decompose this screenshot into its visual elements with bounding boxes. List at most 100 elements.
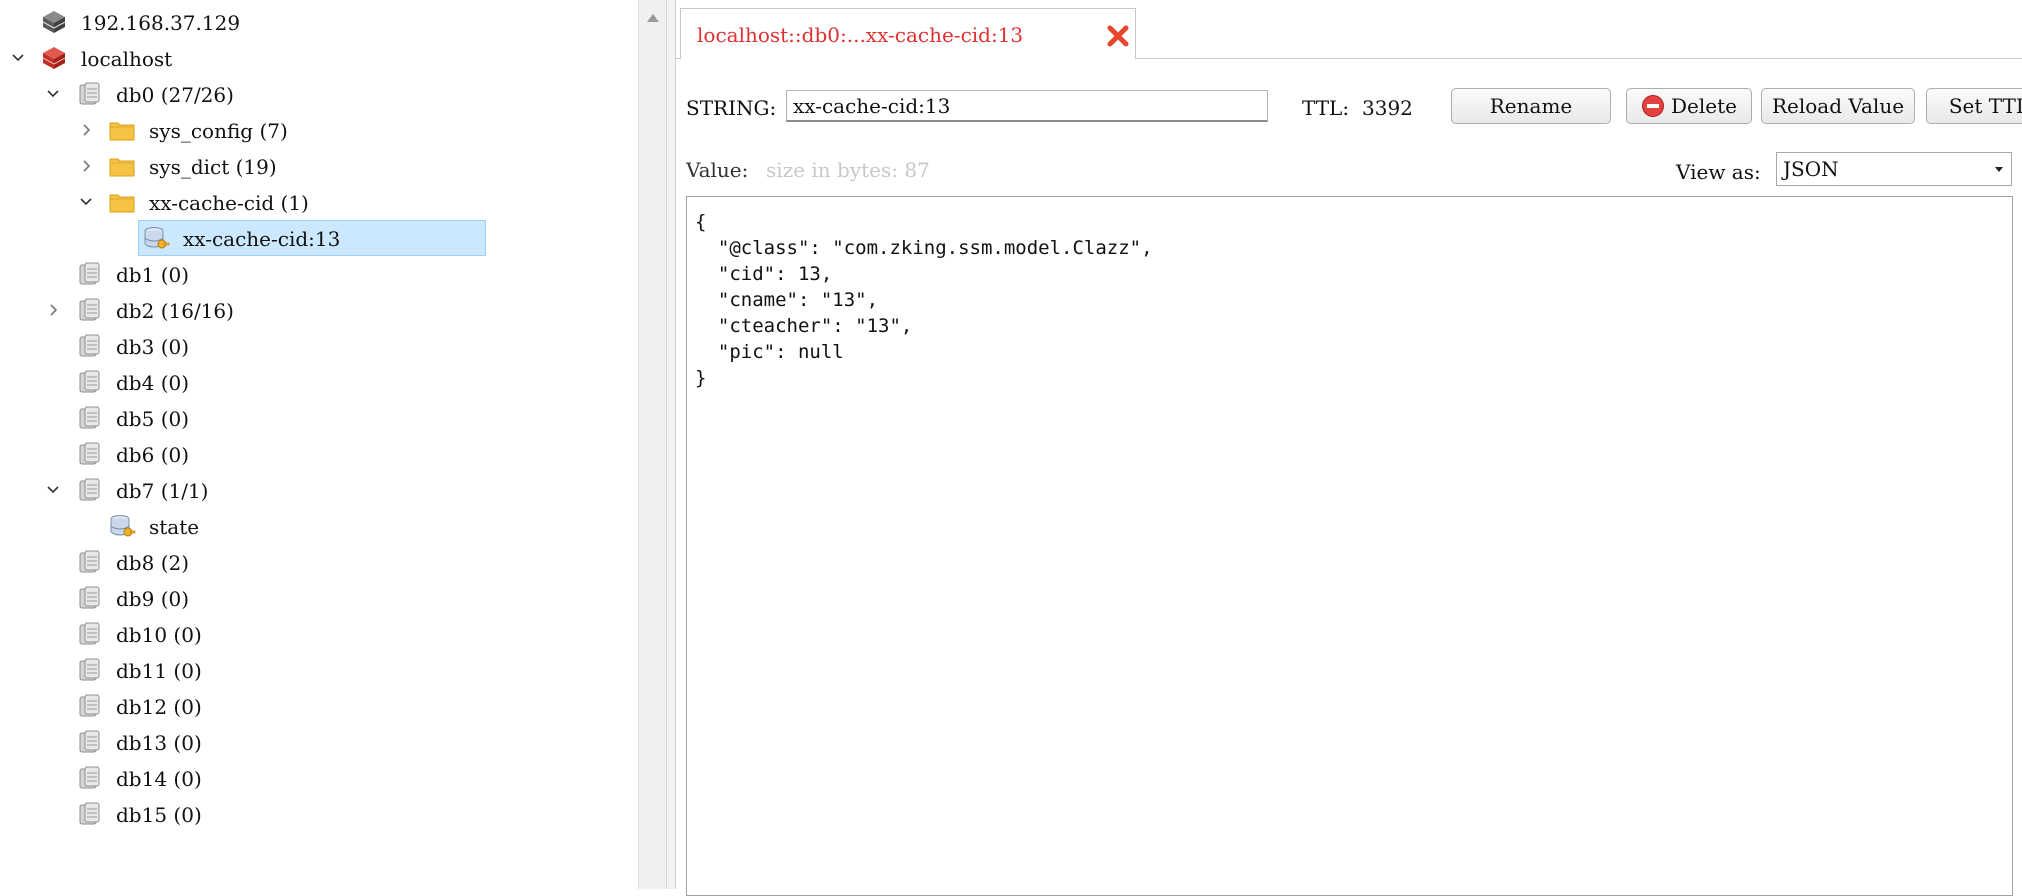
tree-item-label: db9 (0) xyxy=(116,587,190,611)
tree-item-label: db3 (0) xyxy=(116,335,190,359)
view-as-selected-value: JSON xyxy=(1783,157,1839,181)
key-icon xyxy=(108,512,136,540)
chevron-right-icon[interactable] xyxy=(45,302,61,318)
database-icon xyxy=(75,548,103,576)
reload-value-button-label: Reload Value xyxy=(1771,94,1905,118)
tree-item[interactable]: sys_dict (19) xyxy=(0,149,630,183)
tree-item[interactable]: localhost xyxy=(0,41,630,75)
database-icon xyxy=(75,692,103,720)
tree-item[interactable]: db14 (0) xyxy=(0,761,630,795)
server-icon xyxy=(40,8,68,36)
tree-item[interactable]: db1 (0) xyxy=(0,257,630,291)
tree-item-label: db5 (0) xyxy=(116,407,190,431)
chevron-down-icon[interactable] xyxy=(45,86,61,102)
ttl-label: TTL: xyxy=(1302,96,1350,120)
tab-key-detail[interactable]: localhost::db0:...xx-cache-cid:13 xyxy=(680,8,1136,59)
tree-item[interactable]: sys_config (7) xyxy=(0,113,630,147)
tree-item[interactable]: db4 (0) xyxy=(0,365,630,399)
tree-item-label: db15 (0) xyxy=(116,803,202,827)
tree-item[interactable]: db7 (1/1) xyxy=(0,473,630,507)
chevron-right-icon[interactable] xyxy=(78,158,94,174)
tree-item[interactable]: db2 (16/16) xyxy=(0,293,630,327)
database-icon xyxy=(75,764,103,792)
tree-item-label: 192.168.37.129 xyxy=(81,11,241,35)
tree-item-label: db4 (0) xyxy=(116,371,190,395)
tree-item[interactable]: db15 (0) xyxy=(0,797,630,831)
rename-button-label: Rename xyxy=(1489,94,1573,118)
tree-item-label: sys_config (7) xyxy=(149,119,288,143)
tree-item-label: db8 (2) xyxy=(116,551,190,575)
value-size-text: size in bytes: 87 xyxy=(766,158,930,182)
chevron-down-icon[interactable] xyxy=(78,194,94,210)
tree-item[interactable]: db8 (2) xyxy=(0,545,630,579)
tree-item-label: db13 (0) xyxy=(116,731,202,755)
set-ttl-button-label: Set TTL xyxy=(1948,94,2022,118)
tree-item[interactable]: 192.168.37.129 xyxy=(0,5,630,39)
tree-item-label: db2 (16/16) xyxy=(116,299,234,323)
tree-item[interactable]: db5 (0) xyxy=(0,401,630,435)
folder-icon xyxy=(108,188,136,216)
chevron-down-icon xyxy=(1995,167,2003,172)
set-ttl-button[interactable]: Set TTL xyxy=(1926,88,2022,124)
tree-item-label: db0 (27/26) xyxy=(116,83,234,107)
rename-button[interactable]: Rename xyxy=(1451,88,1611,124)
key-type-label: STRING: xyxy=(686,96,777,120)
tree-item[interactable]: db9 (0) xyxy=(0,581,630,615)
tree-item[interactable]: db11 (0) xyxy=(0,653,630,687)
delete-icon xyxy=(1641,94,1665,118)
tree-item-label: state xyxy=(149,515,200,539)
tree-item-label: db6 (0) xyxy=(116,443,190,467)
tree-item-label: db7 (1/1) xyxy=(116,479,209,503)
chevron-right-icon[interactable] xyxy=(78,122,94,138)
chevron-down-icon[interactable] xyxy=(10,50,26,66)
database-icon xyxy=(75,296,103,324)
scroll-up-arrow-icon[interactable] xyxy=(647,14,659,22)
chevron-down-icon[interactable] xyxy=(45,482,61,498)
tree-item-label: db11 (0) xyxy=(116,659,202,683)
close-icon[interactable] xyxy=(1105,23,1131,49)
tree-item-label: db12 (0) xyxy=(116,695,202,719)
view-as-label: View as: xyxy=(1676,160,1761,184)
database-icon xyxy=(75,476,103,504)
tree-item[interactable]: xx-cache-cid:13 xyxy=(0,220,630,256)
tree-item[interactable]: db6 (0) xyxy=(0,437,630,471)
reload-value-button[interactable]: Reload Value xyxy=(1761,88,1915,124)
key-info-row: STRING: TTL: 3392 Rename Delete Reload V… xyxy=(686,88,2022,128)
tree-item[interactable]: db13 (0) xyxy=(0,725,630,759)
value-content: { "@class": "com.zking.ssm.model.Clazz",… xyxy=(695,211,1153,389)
tree-item-label: db10 (0) xyxy=(116,623,202,647)
key-name-input[interactable] xyxy=(786,90,1268,122)
tree-item-label: db1 (0) xyxy=(116,263,190,287)
database-icon xyxy=(75,728,103,756)
database-icon xyxy=(75,656,103,684)
tree-item[interactable]: xx-cache-cid (1) xyxy=(0,185,630,219)
view-as-select[interactable]: JSON xyxy=(1776,152,2012,186)
tree-item-label: db14 (0) xyxy=(116,767,202,791)
tree-item-label: sys_dict (19) xyxy=(149,155,277,179)
tree-item-label: xx-cache-cid:13 xyxy=(183,227,341,251)
tab-strip: localhost::db0:...xx-cache-cid:13 xyxy=(676,0,2022,59)
tree-scrollbar[interactable] xyxy=(638,0,667,889)
tree-item[interactable]: db10 (0) xyxy=(0,617,630,651)
delete-button-label: Delete xyxy=(1671,94,1737,118)
tab-title: localhost::db0:...xx-cache-cid:13 xyxy=(697,23,1024,47)
tree-item-label: xx-cache-cid (1) xyxy=(149,191,309,215)
tree-item-label: localhost xyxy=(81,47,173,71)
key-icon xyxy=(142,224,170,252)
database-icon xyxy=(75,440,103,468)
redis-icon xyxy=(40,44,68,72)
value-editor[interactable]: { "@class": "com.zking.ssm.model.Clazz",… xyxy=(686,196,2013,896)
delete-button[interactable]: Delete xyxy=(1626,88,1752,124)
database-icon xyxy=(75,584,103,612)
connection-tree: 192.168.37.129 localhost db0 (27/26) sys_co… xyxy=(0,0,638,889)
database-icon xyxy=(75,800,103,828)
database-icon xyxy=(75,332,103,360)
folder-icon xyxy=(108,116,136,144)
ttl-value: 3392 xyxy=(1362,96,1413,120)
value-header-row: Value: size in bytes: 87 View as: JSON xyxy=(686,152,2016,188)
tree-item[interactable]: db3 (0) xyxy=(0,329,630,363)
database-icon xyxy=(75,368,103,396)
tree-item[interactable]: db0 (27/26) xyxy=(0,77,630,111)
tree-item[interactable]: db12 (0) xyxy=(0,689,630,723)
tree-item[interactable]: state xyxy=(0,509,630,543)
